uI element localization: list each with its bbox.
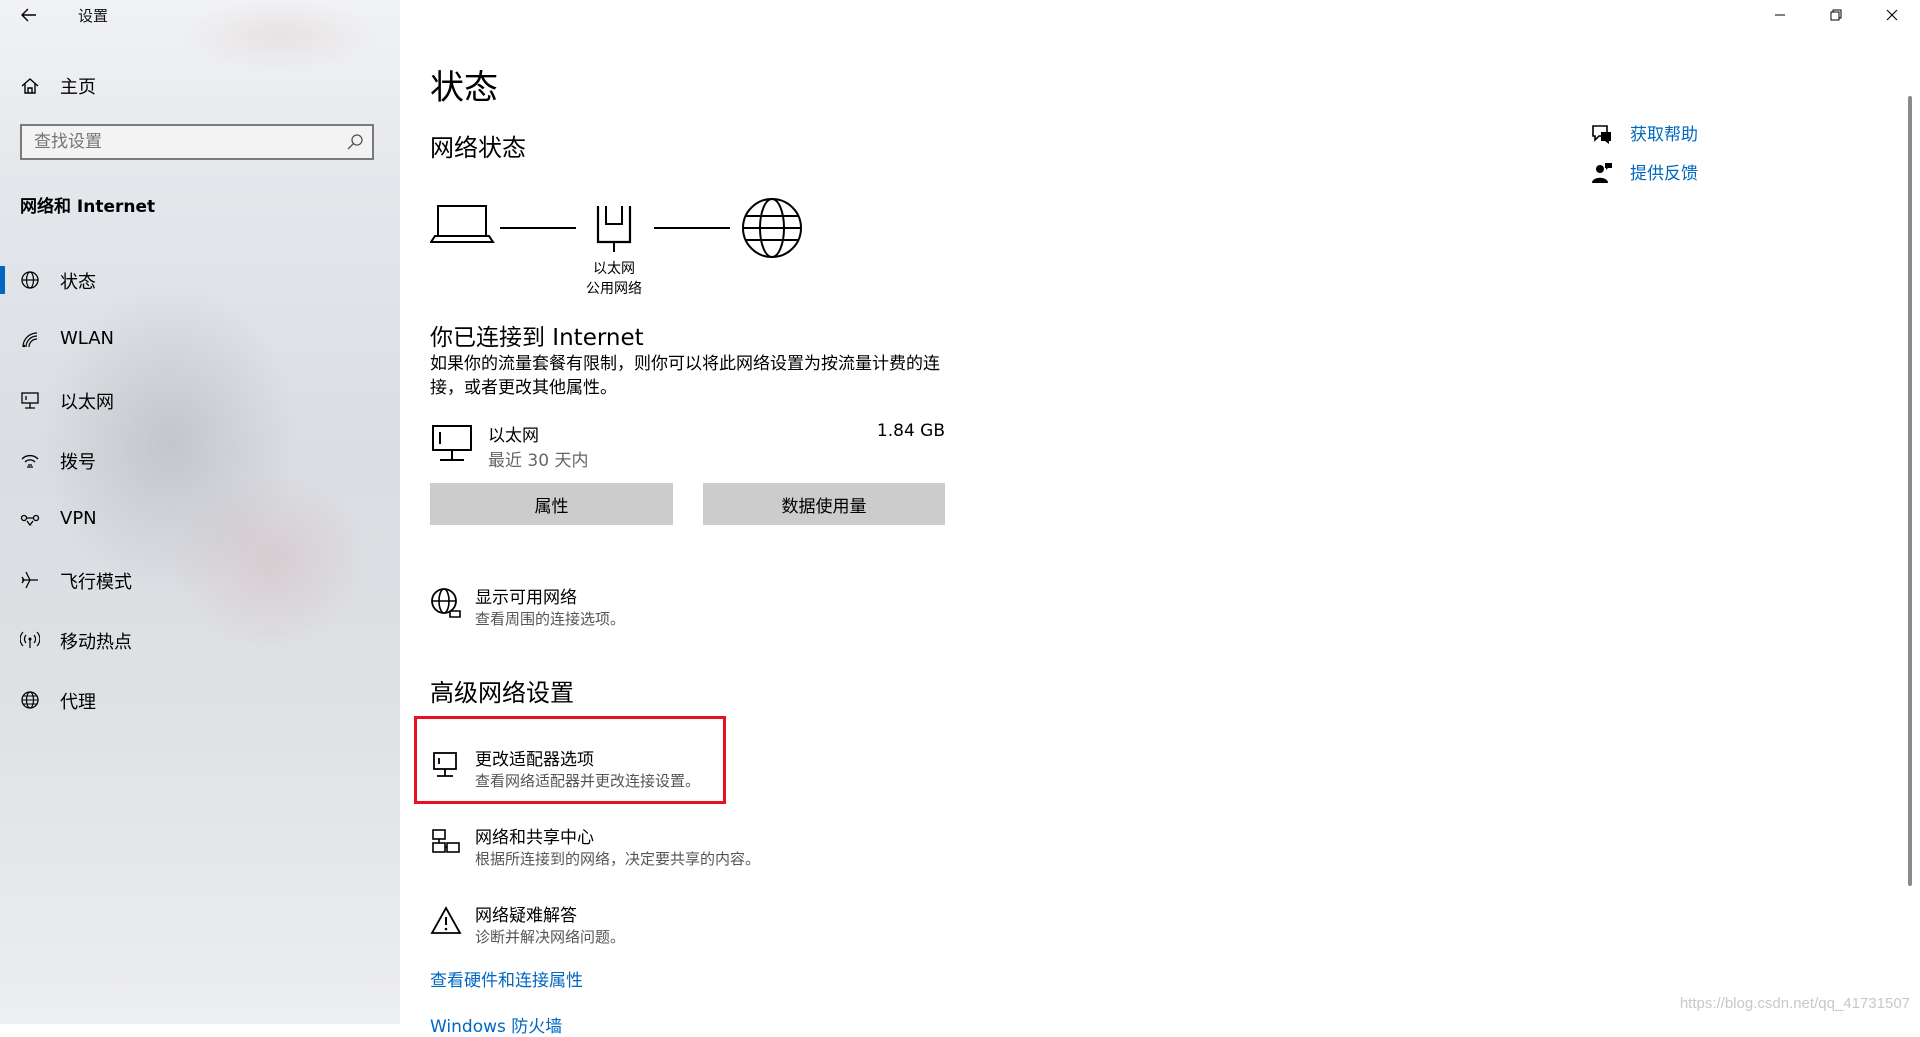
search-icon[interactable] [346,133,364,151]
hotspot-icon [20,631,40,648]
globe-status-icon [21,271,39,289]
sidebar-item-label: 移动热点 [60,632,132,653]
change-adapter-desc: 查看网络适配器并更改连接设置。 [475,772,701,790]
airplane-icon [21,571,38,589]
back-arrow-icon [21,8,36,22]
sidebar-item-label: 拨号 [60,452,96,473]
sharing-center-title: 网络和共享中心 [475,828,594,848]
home-icon [21,78,39,94]
sharing-center-desc: 根据所连接到的网络，决定要共享的内容。 [475,850,761,868]
ethernet-adapter-icon [596,206,632,252]
sidebar-item-hotspot[interactable]: 移动热点 [0,610,400,670]
help-chat-icon [1592,125,1611,144]
sidebar-item-vpn[interactable]: VPN [0,490,400,550]
hardware-properties-link[interactable]: 查看硬件和连接属性 [430,966,583,991]
sidebar-item-wlan[interactable]: WLAN [0,310,400,370]
window-controls [1752,0,1920,30]
data-usage-button[interactable]: 数据使用量 [703,483,945,525]
sidebar-item-label: WLAN [60,328,115,349]
dialup-icon [21,454,39,468]
network-diagram-graphic [429,198,802,258]
search-input[interactable] [22,126,334,158]
show-networks-title: 显示可用网络 [475,588,577,608]
sidebar: 设置 主页 网络和 Internet 状态 WLAN [0,0,400,1024]
adapter-name-label: 以太网 [593,261,635,277]
network-diagram: 以太网 公用网络 [429,196,850,306]
network-status-heading: 网络状态 [430,134,526,162]
sidebar-item-label: VPN [60,508,97,529]
restore-button[interactable] [1808,0,1864,30]
warning-icon [430,906,462,934]
show-available-networks[interactable]: 显示可用网络 查看周围的连接选项。 [430,583,730,637]
close-icon [1886,9,1898,21]
ethernet-period: 最近 30 天内 [488,451,589,471]
advanced-settings-heading: 高级网络设置 [430,679,574,707]
back-button[interactable] [14,2,46,28]
sidebar-item-label: 代理 [60,692,96,713]
sidebar-item-status[interactable]: 状态 [0,250,400,310]
sharing-center-icon [432,829,460,853]
watermark: https://blog.csdn.net/qq_41731507 [1679,995,1910,1012]
sidebar-item-label: 状态 [60,272,96,293]
sidebar-item-ethernet[interactable]: 以太网 [0,370,400,430]
home-label: 主页 [60,77,96,98]
change-adapter-title: 更改适配器选项 [475,750,594,770]
data-usage-value: 1.84 GB [876,421,945,441]
sidebar-item-dialup[interactable]: 拨号 [0,430,400,490]
ethernet-usage-row: 以太网 最近 30 天内 1.84 GB [430,420,945,471]
troubleshooter-desc: 诊断并解决网络问题。 [475,928,626,946]
ethernet-icon [21,392,39,409]
vpn-icon [20,514,40,527]
feedback-person-icon [1592,163,1612,183]
windows-firewall-link[interactable]: Windows 防火墙 [430,1012,562,1037]
section-title: 网络和 Internet [20,197,156,217]
connection-title: 你已连接到 Internet [430,325,644,351]
get-help-label: 获取帮助 [1630,125,1698,145]
globe-networks-icon [431,588,461,618]
sidebar-nav: 状态 WLAN 以太网 拨号 VPN 飞行模式 移动热点 代理 [0,250,400,730]
scrollbar[interactable] [1908,96,1912,886]
internet-globe-icon [742,198,802,258]
home-link[interactable]: 主页 [20,73,96,99]
troubleshooter-title: 网络疑难解答 [475,906,577,926]
properties-button[interactable]: 属性 [430,483,673,525]
close-button[interactable] [1864,0,1920,30]
network-sharing-center[interactable]: 网络和共享中心 根据所连接到的网络，决定要共享的内容。 [430,823,790,877]
title-bar: 设置 [0,0,400,30]
change-adapter-options[interactable]: 更改适配器选项 查看网络适配器并更改连接设置。 [430,745,730,799]
connection-description: 如果你的流量套餐有限制，则你可以将此网络设置为按流量计费的连接，或者更改其他属性… [430,354,940,398]
sidebar-item-airplane[interactable]: 飞行模式 [0,550,400,610]
minimize-button[interactable] [1752,0,1808,30]
main-content: 状态 网络状态 以太网 公用网络 你已连接到 Internet 如果你的流量套餐… [400,0,1920,1037]
network-type-label: 公用网络 [586,281,642,297]
network-troubleshooter[interactable]: 网络疑难解答 诊断并解决网络问题。 [430,901,730,955]
show-networks-desc: 查看周围的连接选项。 [475,610,626,628]
sidebar-item-label: 以太网 [60,392,114,413]
adapter-monitor-icon [433,752,457,777]
page-title: 状态 [430,68,498,108]
search-box[interactable] [20,124,374,160]
ethernet-device-icon [432,425,472,461]
sidebar-item-proxy[interactable]: 代理 [0,670,400,730]
laptop-icon [429,205,495,243]
restore-icon [1830,9,1842,21]
ethernet-name: 以太网 [488,426,539,446]
globe-icon [21,691,39,709]
app-title: 设置 [78,7,109,25]
give-feedback-label: 提供反馈 [1630,164,1698,184]
minimize-icon [1775,14,1785,16]
wifi-icon [22,332,38,348]
sidebar-item-label: 飞行模式 [60,572,132,593]
